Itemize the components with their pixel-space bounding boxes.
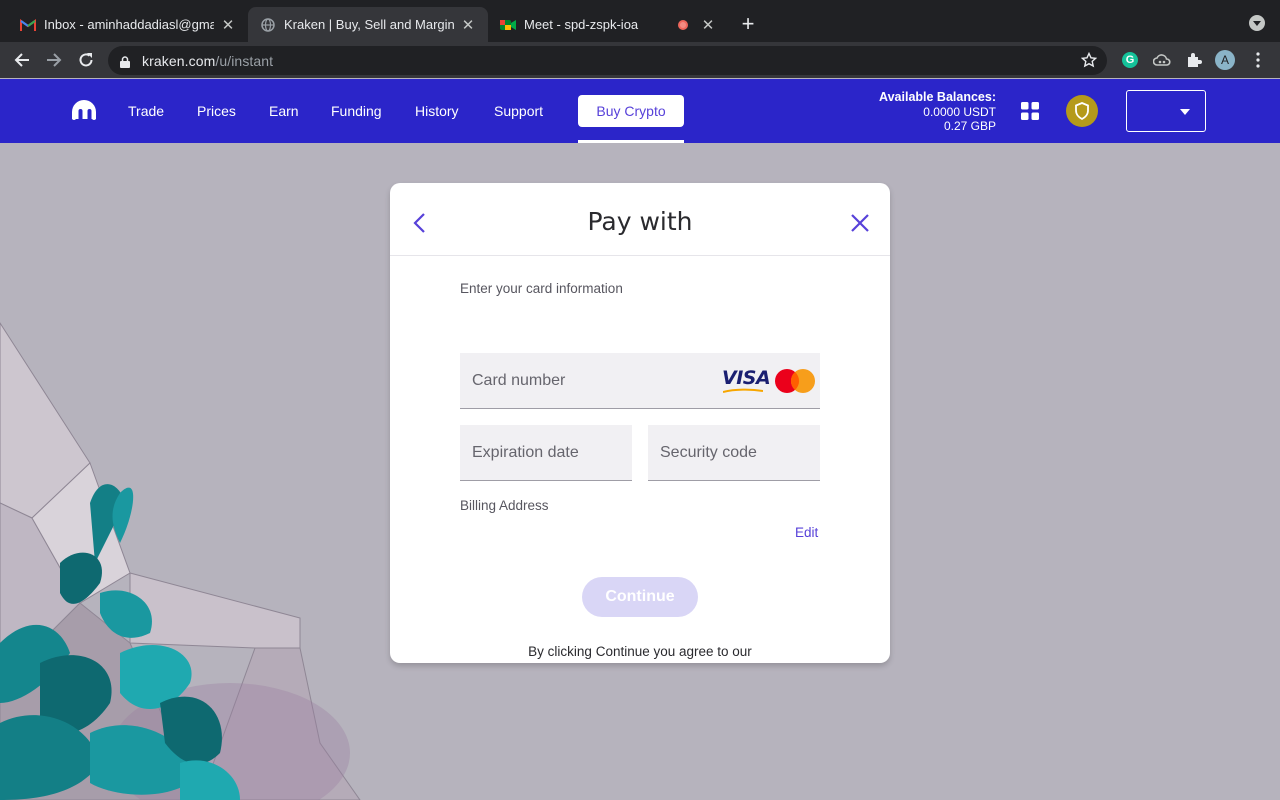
- pay-with-modal: Pay with Enter your card information Car…: [390, 183, 890, 663]
- card-number-placeholder: Card number: [472, 372, 566, 389]
- terms-text: By clicking Continue you agree to our: [528, 644, 752, 659]
- nav-history[interactable]: History: [415, 79, 459, 143]
- back-arrow-icon[interactable]: [10, 48, 34, 72]
- modal-title: Pay with: [587, 207, 693, 236]
- card-number-field[interactable]: Card number VISA: [460, 353, 820, 409]
- nav-funding[interactable]: Funding: [331, 79, 382, 143]
- tab-search-icon[interactable]: [1249, 15, 1265, 31]
- browser-tab-bar: Inbox - aminhaddadiasl@gmail.com ✕ Krake…: [0, 0, 1280, 42]
- active-nav-indicator: [578, 140, 684, 143]
- grammarly-icon[interactable]: G: [1120, 50, 1140, 70]
- lock-icon: [120, 55, 130, 68]
- billing-address-label: Billing Address: [460, 498, 549, 513]
- profile-avatar[interactable]: A: [1215, 50, 1235, 70]
- mastercard-logo-icon: [775, 369, 815, 393]
- security-code-field[interactable]: Security code: [648, 425, 820, 481]
- account-dropdown[interactable]: [1126, 90, 1206, 132]
- meet-icon: [500, 17, 516, 33]
- buy-crypto-button[interactable]: Buy Crypto: [578, 95, 684, 127]
- balance-usdt: 0.0000 USDT: [923, 104, 996, 119]
- tab-gmail[interactable]: Inbox - aminhaddadiasl@gmail.com ✕: [8, 7, 248, 42]
- visa-swoosh-icon: [723, 388, 763, 393]
- tab-title: Inbox - aminhaddadiasl@gmail.com: [44, 17, 214, 32]
- bookmark-star-icon[interactable]: [1080, 51, 1098, 73]
- tab-title: Kraken | Buy, Sell and Margin Trade: [284, 17, 454, 32]
- address-bar[interactable]: kraken.com/u/instant: [108, 46, 1107, 75]
- url-text: kraken.com/u/instant: [142, 53, 273, 69]
- modal-header: Pay with: [390, 183, 890, 256]
- kraken-logo-icon[interactable]: [70, 99, 98, 126]
- nav-earn[interactable]: Earn: [269, 79, 299, 143]
- expiration-placeholder: Expiration date: [472, 444, 579, 461]
- tab-kraken[interactable]: Kraken | Buy, Sell and Margin Trade ✕: [248, 7, 488, 42]
- close-tab-icon[interactable]: ✕: [220, 16, 236, 34]
- close-icon[interactable]: [850, 213, 870, 233]
- tab-title: Meet - spd-zspk-ioa: [524, 17, 639, 32]
- globe-icon: [260, 17, 276, 33]
- kebab-menu-icon[interactable]: [1248, 50, 1268, 70]
- gmail-icon: [20, 17, 36, 33]
- balances-title: Available Balances:: [879, 90, 996, 104]
- nav-trade[interactable]: Trade: [128, 79, 164, 143]
- tab-meet[interactable]: Meet - spd-zspk-ioa ✕: [488, 7, 728, 42]
- expiration-date-field[interactable]: Expiration date: [460, 425, 632, 481]
- puzzle-extensions-icon[interactable]: [1184, 50, 1204, 70]
- available-balances: Available Balances: 0.0000 USDT 0.27 GBP: [879, 90, 996, 134]
- card-info-subtitle: Enter your card information: [460, 281, 623, 296]
- apps-grid-icon[interactable]: [1021, 102, 1039, 125]
- forward-arrow-icon[interactable]: [42, 48, 66, 72]
- new-tab-icon[interactable]: +: [737, 11, 759, 37]
- recording-icon: [678, 19, 688, 30]
- security-code-placeholder: Security code: [660, 444, 757, 461]
- close-tab-icon[interactable]: ✕: [460, 16, 476, 34]
- security-shield-icon[interactable]: [1066, 95, 1098, 127]
- browser-toolbar: kraken.com/u/instant G A: [0, 42, 1280, 78]
- extension-cloud-icon[interactable]: [1152, 50, 1172, 70]
- url-domain: kraken.com: [142, 52, 216, 69]
- url-path: /u/instant: [215, 52, 274, 69]
- close-tab-icon[interactable]: ✕: [700, 16, 716, 34]
- balance-gbp: 0.27 GBP: [943, 119, 996, 133]
- edit-billing-link[interactable]: Edit: [795, 525, 818, 540]
- nav-prices[interactable]: Prices: [197, 79, 236, 143]
- reload-icon[interactable]: [74, 48, 98, 72]
- decorative-illustration: [0, 322, 361, 800]
- continue-button[interactable]: Continue: [582, 577, 698, 617]
- visa-logo-icon: VISA: [722, 367, 771, 389]
- nav-support[interactable]: Support: [494, 79, 543, 143]
